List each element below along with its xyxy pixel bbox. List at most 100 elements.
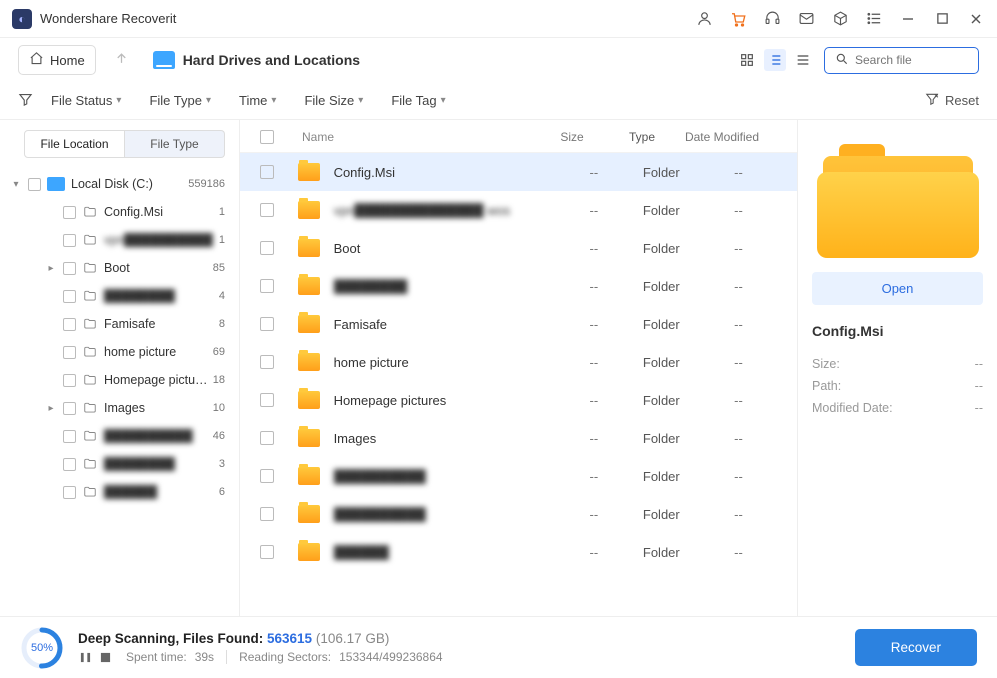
file-row[interactable]: ██████--Folder--: [240, 533, 797, 571]
row-checkbox[interactable]: [260, 355, 274, 369]
tree-checkbox[interactable]: [63, 234, 76, 247]
file-row[interactable]: ████████--Folder--: [240, 267, 797, 305]
row-checkbox[interactable]: [260, 469, 274, 483]
file-row[interactable]: Famisafe--Folder--: [240, 305, 797, 343]
filter-file-status[interactable]: File Status▾: [51, 93, 121, 108]
file-row[interactable]: home picture--Folder--: [240, 343, 797, 381]
reset-button[interactable]: Reset: [925, 92, 979, 109]
tab-file-location[interactable]: File Location: [24, 130, 125, 158]
filter-time[interactable]: Time▾: [239, 93, 276, 108]
tree-checkbox[interactable]: [63, 290, 76, 303]
cart-icon[interactable]: [729, 10, 747, 28]
file-name: Homepage pictures: [334, 393, 565, 408]
recover-button[interactable]: Recover: [855, 629, 977, 666]
minimize-icon[interactable]: [899, 10, 917, 28]
tree-item[interactable]: Famisafe8: [0, 310, 239, 338]
file-size: --: [565, 203, 623, 218]
row-checkbox[interactable]: [260, 545, 274, 559]
up-arrow-icon[interactable]: [114, 51, 129, 69]
row-checkbox[interactable]: [260, 393, 274, 407]
tree-item[interactable]: ▸Images10: [0, 394, 239, 422]
headset-icon[interactable]: [763, 10, 781, 28]
file-row[interactable]: vpn██████████████ wos--Folder--: [240, 191, 797, 229]
stop-icon[interactable]: [98, 650, 112, 664]
tree-item[interactable]: ████████4: [0, 282, 239, 310]
tree-checkbox[interactable]: [63, 430, 76, 443]
tree-checkbox[interactable]: [63, 374, 76, 387]
tree-checkbox[interactable]: [63, 458, 76, 471]
file-name: ██████████: [334, 507, 565, 522]
file-name: Images: [334, 431, 565, 446]
tree-checkbox[interactable]: [63, 486, 76, 499]
col-size[interactable]: Size: [542, 130, 602, 144]
tree-checkbox[interactable]: [63, 402, 76, 415]
tree-checkbox[interactable]: [63, 346, 76, 359]
file-row[interactable]: Homepage pictures--Folder--: [240, 381, 797, 419]
search-input[interactable]: [855, 53, 965, 67]
tab-file-type[interactable]: File Type: [125, 130, 225, 158]
file-size: --: [565, 355, 623, 370]
file-row[interactable]: Images--Folder--: [240, 419, 797, 457]
tree-item[interactable]: home picture69: [0, 338, 239, 366]
cube-icon[interactable]: [831, 10, 849, 28]
tree-checkbox[interactable]: [63, 206, 76, 219]
col-type[interactable]: Type: [602, 130, 682, 144]
file-size: --: [565, 469, 623, 484]
file-row[interactable]: Boot--Folder--: [240, 229, 797, 267]
maximize-icon[interactable]: [933, 10, 951, 28]
tree-checkbox[interactable]: [28, 178, 41, 191]
file-row[interactable]: ██████████--Folder--: [240, 495, 797, 533]
folder-icon: [82, 485, 98, 499]
tree-item[interactable]: Config.Msi1: [0, 198, 239, 226]
row-checkbox[interactable]: [260, 203, 274, 217]
select-all-checkbox[interactable]: [260, 130, 274, 144]
tree-checkbox[interactable]: [63, 262, 76, 275]
view-compact-icon[interactable]: [792, 49, 814, 71]
folder-icon: [82, 373, 98, 387]
tree-item[interactable]: vpn██████████1: [0, 226, 239, 254]
row-checkbox[interactable]: [260, 279, 274, 293]
close-icon[interactable]: [967, 10, 985, 28]
list-icon[interactable]: [865, 10, 883, 28]
tree-root[interactable]: ▾Local Disk (C:)559186: [0, 170, 239, 198]
row-checkbox[interactable]: [260, 241, 274, 255]
row-checkbox[interactable]: [260, 431, 274, 445]
file-date: --: [700, 355, 777, 370]
file-name: ██████████: [334, 469, 565, 484]
row-checkbox[interactable]: [260, 507, 274, 521]
tree-item[interactable]: ▸Boot85: [0, 254, 239, 282]
view-list-icon[interactable]: [764, 49, 786, 71]
tree-item[interactable]: ██████████46: [0, 422, 239, 450]
progress-ring: 50%: [20, 626, 64, 670]
folder-icon: [298, 239, 320, 257]
folder-icon: [82, 429, 98, 443]
filter-file-type[interactable]: File Type▾: [149, 93, 211, 108]
col-date[interactable]: Date Modified: [682, 130, 762, 144]
tree-item[interactable]: ████████3: [0, 450, 239, 478]
user-icon[interactable]: [695, 10, 713, 28]
mail-icon[interactable]: [797, 10, 815, 28]
file-row[interactable]: Config.Msi--Folder--: [240, 153, 797, 191]
col-name[interactable]: Name: [302, 130, 542, 144]
home-button[interactable]: Home: [18, 45, 96, 75]
filter-file-tag[interactable]: File Tag▾: [391, 93, 445, 108]
tree-item[interactable]: Homepage pictures18: [0, 366, 239, 394]
spent-time-label: Spent time:: [126, 650, 187, 664]
file-date: --: [700, 165, 777, 180]
filter-file-size[interactable]: File Size▾: [304, 93, 363, 108]
pause-icon[interactable]: [78, 650, 92, 664]
view-grid-icon[interactable]: [736, 49, 758, 71]
file-row[interactable]: ██████████--Folder--: [240, 457, 797, 495]
tree-checkbox[interactable]: [63, 318, 76, 331]
folder-icon: [298, 201, 320, 219]
search-box[interactable]: [824, 47, 979, 74]
open-button[interactable]: Open: [812, 272, 983, 305]
tree-item[interactable]: ██████6: [0, 478, 239, 506]
row-checkbox[interactable]: [260, 165, 274, 179]
file-date: --: [700, 431, 777, 446]
file-size: --: [565, 431, 623, 446]
file-name: vpn██████████████ wos: [334, 203, 565, 218]
file-date: --: [700, 545, 777, 560]
funnel-icon[interactable]: [18, 92, 33, 110]
row-checkbox[interactable]: [260, 317, 274, 331]
